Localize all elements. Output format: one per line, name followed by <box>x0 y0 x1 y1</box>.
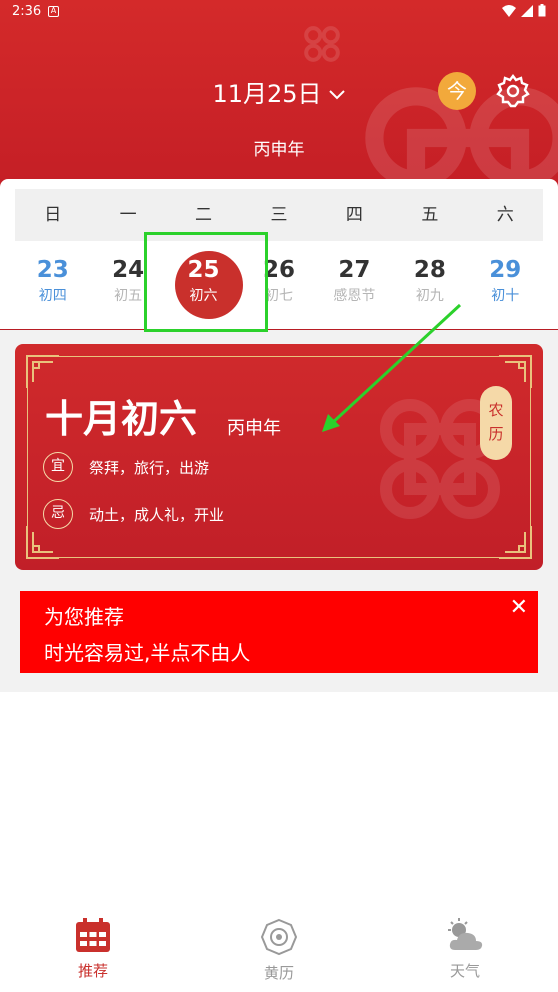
notification-icon: A <box>48 6 59 17</box>
day-lunar: 初四 <box>38 288 67 304</box>
wifi-icon <box>502 4 516 17</box>
selection-highlight-box <box>144 232 268 332</box>
close-icon[interactable]: ✕ <box>510 597 528 619</box>
day-cell-23[interactable]: 23 初四 <box>15 251 90 321</box>
avoid-row: 忌 动土，成人礼，开业 <box>43 499 224 529</box>
signal-icon <box>521 4 533 17</box>
toggle-char-bottom: 历 <box>488 425 504 443</box>
suitable-text: 祭拜，旅行，出游 <box>89 458 210 477</box>
day-cell-27[interactable]: 27 感恩节 <box>317 251 392 321</box>
tab-weather[interactable]: 天气 <box>372 910 558 992</box>
day-lunar: 初九 <box>415 288 444 304</box>
day-number: 28 <box>413 257 446 283</box>
year-subtitle: 丙申年 <box>253 140 305 160</box>
suitable-badge: 宜 <box>43 452 73 482</box>
lunar-year: 丙申年 <box>227 418 281 439</box>
bottom-tab-bar: 推荐 黄历 天气 <box>0 910 558 992</box>
toggle-char-top: 农 <box>488 401 504 419</box>
week-calendar: 日 一 二 三 四 五 六 23 初四 24 初五 25 初六 26 初七 27… <box>0 179 558 329</box>
status-bar: 2:36 A <box>0 0 558 24</box>
lunar-date-title: 十月初六 <box>45 397 198 441</box>
day-lunar: 感恩节 <box>333 288 376 304</box>
weekday-header: 日 一 二 三 四 五 六 <box>15 189 543 241</box>
bagua-icon <box>260 918 298 956</box>
status-icons <box>502 4 546 17</box>
tab-label: 推荐 <box>77 962 108 980</box>
weekday-sat: 六 <box>496 205 514 225</box>
day-cell-28[interactable]: 28 初九 <box>392 251 467 321</box>
weekday-thu: 四 <box>345 205 363 225</box>
battery-icon <box>538 4 546 17</box>
day-number: 27 <box>338 257 371 283</box>
day-number: 23 <box>36 257 69 283</box>
tab-label: 天气 <box>449 962 480 980</box>
weekday-sun: 日 <box>44 205 62 225</box>
calendar-grid-icon <box>76 918 110 952</box>
lunar-calendar-toggle[interactable]: 农 历 <box>480 386 512 460</box>
day-lunar: 初十 <box>491 288 520 304</box>
banner-text: 时光容易过,半点不由人 <box>44 641 251 665</box>
weather-cloud-icon <box>448 918 483 950</box>
chevron-down-icon <box>328 90 345 100</box>
tab-recommend[interactable]: 推荐 <box>0 910 186 992</box>
chinese-knot-small-decoration <box>304 26 340 62</box>
day-number: 29 <box>489 257 522 283</box>
settings-gear-icon[interactable] <box>494 72 532 110</box>
suitable-row: 宜 祭拜，旅行，出游 <box>43 452 209 482</box>
date-title-text: 11月25日 <box>212 80 322 108</box>
avoid-text: 动土，成人礼，开业 <box>89 505 225 524</box>
tab-almanac[interactable]: 黄历 <box>186 910 372 992</box>
corner-ornament-icon <box>26 355 59 388</box>
almanac-card[interactable]: 十月初六 丙申年 农 历 宜 祭拜，旅行，出游 忌 动土，成人礼，开业 <box>15 344 543 570</box>
week-days-row: 23 初四 24 初五 25 初六 26 初七 27 感恩节 28 初九 29 … <box>15 251 543 321</box>
status-time: 2:36 <box>12 4 42 19</box>
avoid-badge: 忌 <box>43 499 73 529</box>
recommendation-banner[interactable]: 为您推荐 时光容易过,半点不由人 ✕ <box>20 591 538 673</box>
banner-title: 为您推荐 <box>44 605 124 629</box>
tab-label: 黄历 <box>263 964 294 982</box>
day-cell-29[interactable]: 29 初十 <box>468 251 543 321</box>
today-button[interactable]: 今 <box>438 72 476 110</box>
weekday-fri: 五 <box>421 205 439 225</box>
